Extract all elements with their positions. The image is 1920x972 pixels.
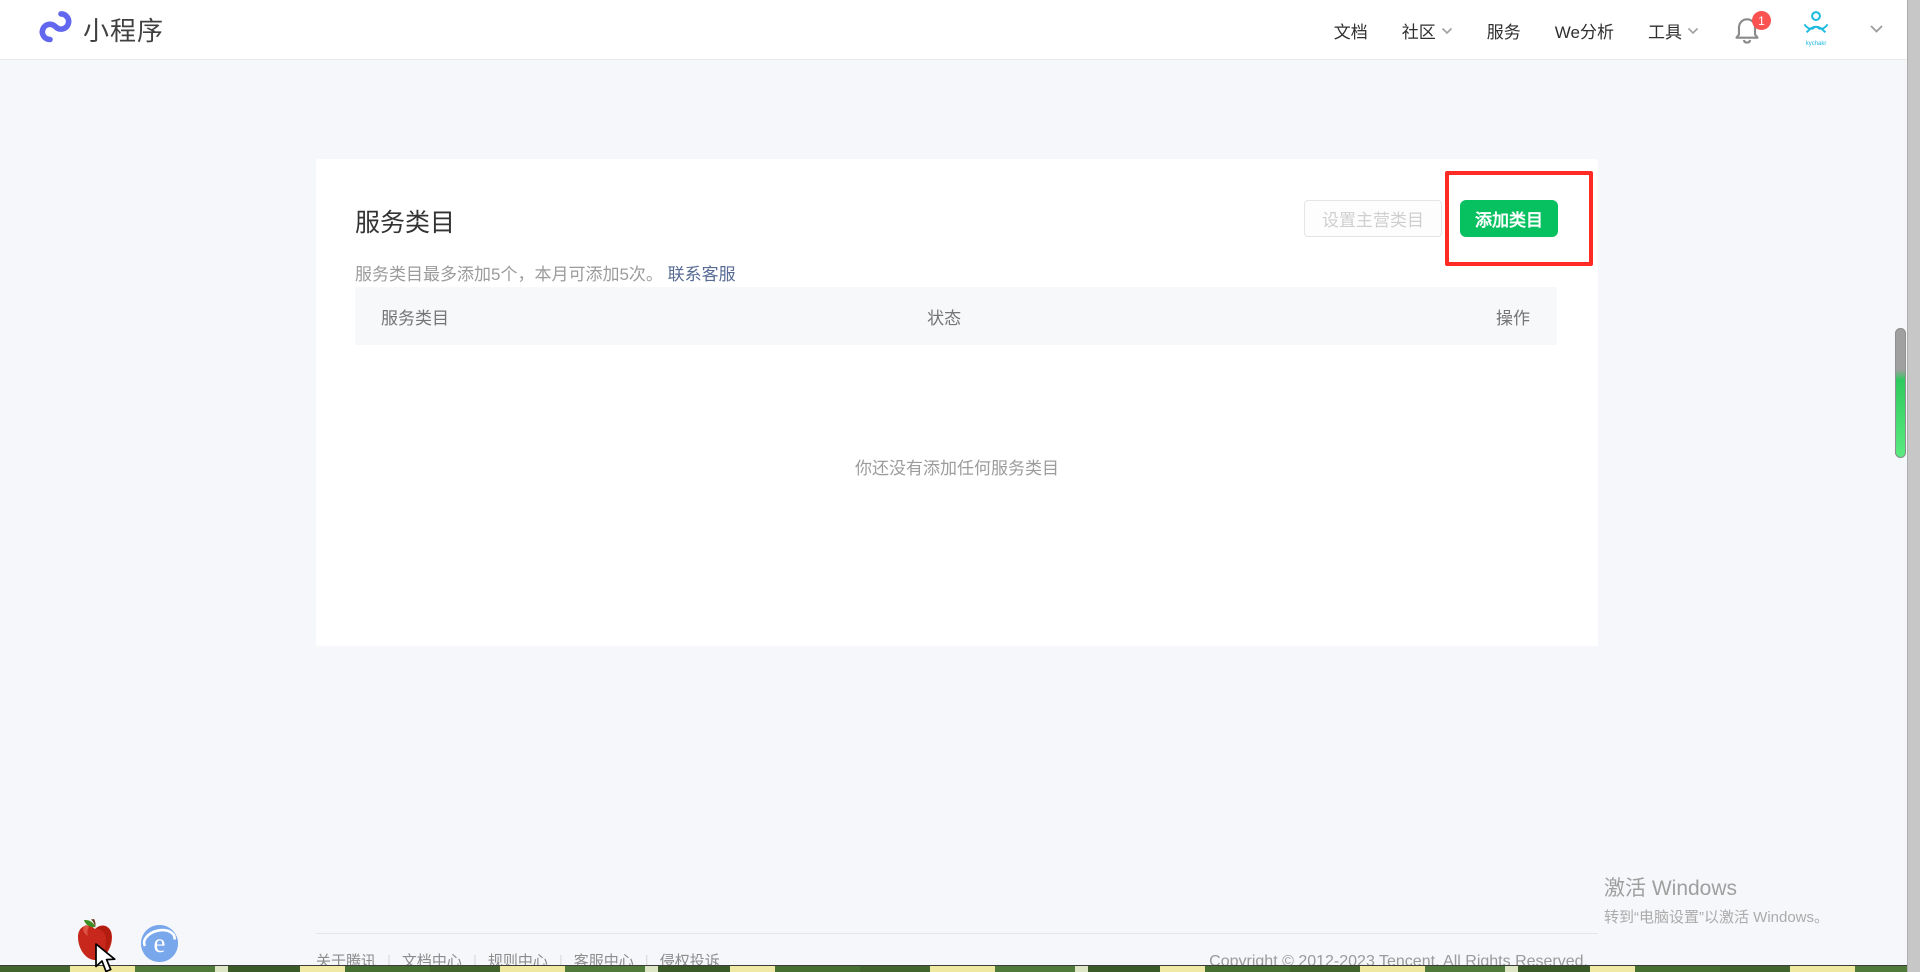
- nav-item-we-analysis[interactable]: We分析: [1555, 18, 1614, 43]
- set-main-category-button[interactable]: 设置主营类目: [1304, 200, 1442, 237]
- brand: 小程序: [38, 8, 164, 51]
- notifications-button[interactable]: 1: [1733, 15, 1763, 45]
- empty-state-message: 你还没有添加任何服务类目: [316, 454, 1598, 479]
- panel-header-text: 服务类目 服务类目最多添加5个，本月可添加5次。 联系客服: [355, 159, 736, 285]
- page-subtitle: 服务类目最多添加5个，本月可添加5次。 联系客服: [355, 260, 736, 285]
- windows-activation-watermark: 激活 Windows 转到“电脑设置”以激活 Windows。: [1604, 872, 1829, 927]
- chevron-down-icon: [1441, 20, 1453, 40]
- app-title: 小程序: [83, 11, 164, 48]
- contact-support-link[interactable]: 联系客服: [668, 265, 736, 284]
- scrollbar-thumb[interactable]: [1895, 328, 1906, 458]
- nav-item-docs[interactable]: 文档: [1334, 18, 1368, 43]
- account-menu-chevron-icon[interactable]: [1869, 21, 1884, 39]
- avatar-caption: kychakr: [1806, 41, 1827, 46]
- internet-explorer-icon[interactable]: e: [141, 925, 178, 962]
- header-nav: 文档 社区 服务 We分析 工具 1: [1334, 0, 1884, 60]
- panel-header: 服务类目 服务类目最多添加5个，本月可添加5次。 联系客服 设置主营类目 添加类…: [355, 159, 1558, 285]
- watermark-line1: 激活 Windows: [1604, 872, 1829, 902]
- mouse-cursor-icon: [94, 943, 118, 972]
- background-spreadsheet-strip: [0, 965, 1907, 972]
- column-header-status: 状态: [927, 304, 961, 329]
- panel-actions: 设置主营类目 添加类目: [1304, 200, 1558, 285]
- account-avatar[interactable]: kychakr: [1797, 10, 1835, 50]
- bell-icon: [1733, 32, 1761, 49]
- add-category-button[interactable]: 添加类目: [1460, 200, 1558, 237]
- table-header-row: 服务类目 状态 操作: [355, 287, 1557, 345]
- notification-badge: 1: [1752, 11, 1771, 30]
- page-title: 服务类目: [355, 203, 736, 239]
- mini-program-logo-icon: [38, 8, 74, 51]
- subtitle-text: 服务类目最多添加5个，本月可添加5次。: [355, 265, 663, 284]
- window-scrollbar-track[interactable]: [1907, 0, 1920, 972]
- nav-item-community[interactable]: 社区: [1402, 18, 1453, 43]
- watermark-line2: 转到“电脑设置”以激活 Windows。: [1604, 906, 1829, 927]
- chevron-down-icon: [1687, 20, 1699, 40]
- service-category-panel: 服务类目 服务类目最多添加5个，本月可添加5次。 联系客服 设置主营类目 添加类…: [316, 159, 1598, 646]
- nav-item-tools[interactable]: 工具: [1648, 18, 1699, 43]
- nav-item-service[interactable]: 服务: [1487, 18, 1521, 43]
- top-navigation-bar: 小程序 文档 社区 服务 We分析 工具: [0, 0, 1920, 60]
- column-header-actions: 操作: [1496, 304, 1530, 329]
- avatar-logo-icon: [1800, 10, 1832, 41]
- column-header-category: 服务类目: [381, 304, 449, 329]
